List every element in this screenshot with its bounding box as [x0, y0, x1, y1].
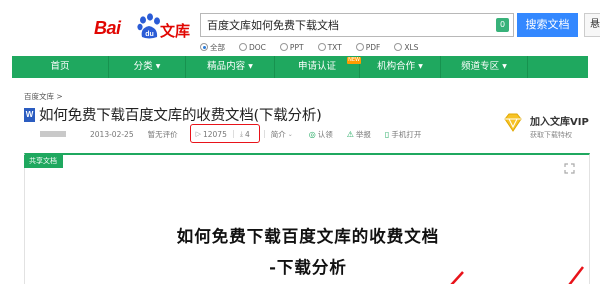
- new-badge: NEW: [347, 57, 361, 64]
- filter-ppt[interactable]: PPT: [279, 40, 304, 54]
- red-arrow-icon: [568, 266, 584, 284]
- filter-label: XLS: [404, 42, 419, 52]
- certify-link[interactable]: ◎ 认领: [309, 129, 333, 140]
- radio-checked-icon[interactable]: [200, 43, 208, 51]
- caret-down-icon: ▼: [502, 63, 507, 70]
- shared-doc-tag: 共享文档: [24, 155, 63, 168]
- nav-label: 分类: [133, 61, 153, 72]
- filter-label: PPT: [289, 42, 304, 52]
- word-doc-icon: W: [24, 107, 35, 122]
- vip-title: 加入文库VIP: [530, 117, 589, 128]
- radio-icon[interactable]: [239, 43, 247, 51]
- document-heading: 如何免费下载百度文库的收费文档: [176, 227, 440, 246]
- vip-subtitle: 获取下载特权: [530, 131, 572, 139]
- search-input[interactable]: [207, 17, 487, 33]
- vip-promo[interactable]: 加入文库VIP 获取下载特权: [502, 113, 589, 140]
- nav-label: 申请认证: [297, 61, 336, 72]
- report-icon: ⚠: [346, 129, 354, 139]
- logo-wenku-text: 文库: [160, 22, 191, 40]
- meta-divider: [263, 130, 265, 138]
- caret-down-icon: ▼: [248, 63, 253, 70]
- upload-date: 2013-02-25: [90, 129, 134, 139]
- logo-du-text: du: [145, 31, 154, 38]
- certify-label: 认领: [317, 129, 333, 139]
- certify-icon: ◎: [308, 129, 316, 139]
- nav-item-channels[interactable]: 频道专区 ▼: [441, 56, 527, 78]
- rating-text: 暂无评价: [147, 129, 178, 139]
- main-nav: 首页 分类 ▼ 精品内容 ▼ 申请认证 NEW 机构合作 ▼ 频道专区 ▼: [12, 56, 588, 78]
- page-title: 如何免费下载百度文库的收费文档(下载分析): [39, 108, 322, 124]
- summary-toggle[interactable]: 简介 ⌄: [271, 129, 295, 140]
- nav-item-partners[interactable]: 机构合作 ▼: [360, 56, 440, 78]
- document-subheading: -下载分析: [269, 258, 347, 277]
- radio-icon[interactable]: [394, 43, 403, 51]
- report-label: 举报: [355, 129, 371, 139]
- extra-button[interactable]: 悬: [584, 13, 600, 37]
- filter-label: 全部: [210, 42, 225, 52]
- nav-item-home[interactable]: 首页: [12, 56, 108, 78]
- red-arrow-icon: [450, 271, 464, 284]
- chevron-down-icon: ⌄: [287, 130, 293, 138]
- filter-xls[interactable]: XLS: [394, 40, 418, 54]
- filter-pdf[interactable]: PDF: [355, 40, 381, 54]
- radio-icon[interactable]: [355, 43, 364, 51]
- nav-item-category[interactable]: 分类 ▼: [109, 56, 185, 78]
- uploader-name-redacted[interactable]: [40, 131, 66, 137]
- doc-title-row: W 如何免费下载百度文库的收费文档(下载分析): [24, 104, 322, 125]
- stats-highlight-box: [190, 124, 260, 143]
- caret-down-icon: ▼: [418, 63, 423, 70]
- mobile-label: 手机打开: [391, 129, 422, 139]
- search-badge[interactable]: 0: [496, 18, 509, 32]
- caret-down-icon: ▼: [155, 63, 161, 70]
- logo-bai-text: Bai: [94, 18, 121, 38]
- filter-all[interactable]: 全部: [200, 40, 225, 54]
- summary-label: 简介: [270, 129, 286, 139]
- document-preview: 共享文档 如何免费下载百度文库的收费文档 -下载分析: [24, 153, 590, 284]
- nav-divider: [527, 56, 528, 78]
- vip-diamond-icon: [504, 113, 522, 132]
- filter-label: DOC: [249, 42, 266, 52]
- nav-label: 机构合作: [377, 61, 416, 72]
- filter-label: PDF: [365, 42, 381, 52]
- search-box[interactable]: 0: [200, 13, 514, 37]
- nav-item-premium[interactable]: 精品内容 ▼: [186, 56, 274, 78]
- nav-label: 首页: [50, 61, 70, 72]
- nav-item-certify[interactable]: 申请认证 NEW: [275, 56, 361, 78]
- radio-icon[interactable]: [279, 43, 288, 51]
- mobile-icon: ▯: [384, 129, 390, 139]
- breadcrumb[interactable]: 百度文库 >: [24, 91, 63, 102]
- filter-label: TXT: [327, 42, 342, 52]
- mobile-open-link[interactable]: ▯ 手机打开: [385, 129, 421, 140]
- radio-icon[interactable]: [317, 43, 326, 51]
- filter-txt[interactable]: TXT: [317, 40, 342, 54]
- paw-logo-icon: du: [137, 13, 160, 39]
- baidu-wenku-logo[interactable]: Bai du 文库: [86, 8, 196, 48]
- vip-text: 加入文库VIP 获取下载特权: [530, 113, 589, 140]
- fullscreen-icon[interactable]: [564, 163, 575, 174]
- report-link[interactable]: ⚠ 举报: [347, 129, 371, 140]
- nav-label: 频道专区: [461, 61, 500, 72]
- filter-doc[interactable]: DOC: [239, 40, 266, 54]
- search-button[interactable]: 搜索文档: [517, 13, 578, 37]
- nav-label: 精品内容: [207, 61, 246, 72]
- file-type-filters: 全部 DOC PPT TXT PDF XLS: [200, 40, 432, 54]
